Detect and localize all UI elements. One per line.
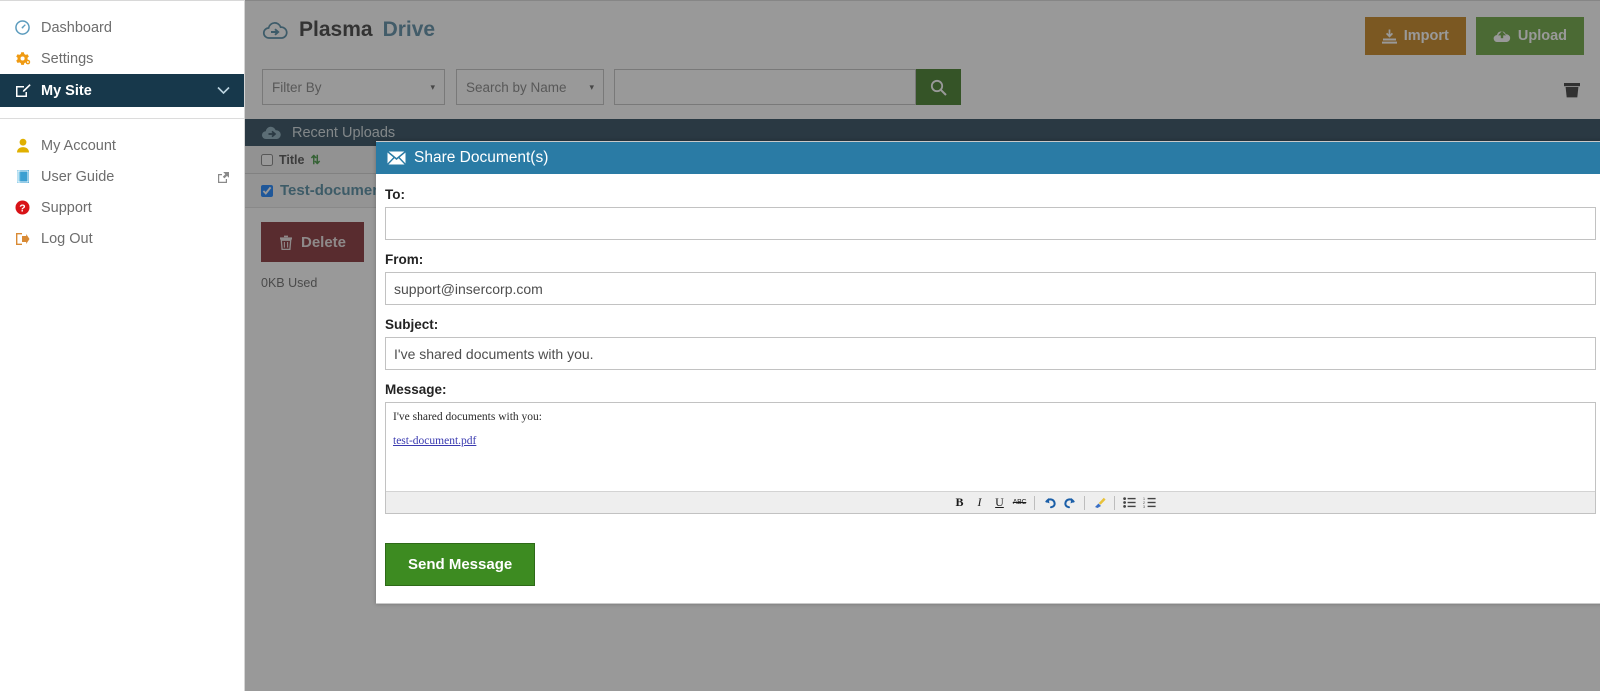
sidebar-item-log-out[interactable]: Log Out <box>0 223 244 254</box>
subject-label: Subject: <box>385 317 439 332</box>
svg-text:?: ? <box>19 203 25 215</box>
send-message-button[interactable]: Send Message <box>385 543 536 586</box>
to-field-group: To: <box>385 187 1596 240</box>
numbered-list-icon[interactable]: 123 <box>1141 494 1158 511</box>
toolbar-divider <box>1034 495 1035 510</box>
envelope-icon <box>387 151 406 165</box>
undo-icon[interactable] <box>1041 494 1058 511</box>
sidebar-item-label: Dashboard <box>41 19 112 36</box>
modal-title: Share Document(s) <box>414 149 549 166</box>
external-link-icon <box>217 171 230 183</box>
sidebar-item-dashboard[interactable]: Dashboard <box>0 12 244 43</box>
message-field-group: Message: I've shared documents with you:… <box>385 382 1596 514</box>
subject-field-group: Subject: <box>385 317 1596 370</box>
edit-icon <box>14 82 31 99</box>
from-input[interactable] <box>385 272 1596 305</box>
message-editor-area[interactable]: I've shared documents with you: test-doc… <box>386 403 1595 491</box>
message-text: I've shared documents with you: <box>393 411 542 423</box>
svg-text:3: 3 <box>1143 505 1145 508</box>
sidebar-item-label: My Account <box>41 137 116 154</box>
share-document-modal: Share Document(s) To: From: Subject: Mes… <box>376 141 1600 604</box>
editor-toolbar: B I U ABC 1 2 3 <box>386 491 1595 513</box>
sidebar-item-support[interactable]: ? Support <box>0 192 244 223</box>
dashboard-icon <box>14 19 31 36</box>
sidebar-item-label: My Site <box>41 82 92 99</box>
app-root: Dashboard Settings My Site My Account Us… <box>0 0 1600 691</box>
sidebar: Dashboard Settings My Site My Account Us… <box>0 0 245 691</box>
subject-input[interactable] <box>385 337 1596 370</box>
sidebar-item-my-site[interactable]: My Site <box>0 74 244 107</box>
remove-format-icon[interactable] <box>1091 494 1108 511</box>
strikethrough-icon[interactable]: ABC <box>1011 494 1028 511</box>
sidebar-item-label: Settings <box>41 50 94 67</box>
bullet-list-icon[interactable] <box>1121 494 1138 511</box>
gear-icon <box>14 50 31 67</box>
to-input[interactable] <box>385 207 1596 240</box>
message-label: Message: <box>385 382 447 397</box>
sidebar-item-label: Support <box>41 199 92 216</box>
sidebar-item-my-account[interactable]: My Account <box>0 130 244 161</box>
user-icon <box>14 137 31 154</box>
italic-icon[interactable]: I <box>971 494 988 511</box>
sidebar-item-settings[interactable]: Settings <box>0 43 244 74</box>
attachment-link[interactable]: test-document.pdf <box>393 435 476 447</box>
help-icon: ? <box>14 199 31 216</box>
book-icon <box>14 168 31 185</box>
toolbar-divider <box>1114 495 1115 510</box>
to-label: To: <box>385 187 405 202</box>
sidebar-item-label: User Guide <box>41 168 115 185</box>
sidebar-item-user-guide[interactable]: User Guide <box>0 161 244 192</box>
modal-title-bar: Share Document(s) <box>376 142 1600 174</box>
chevron-down-icon <box>217 86 230 95</box>
redo-icon[interactable] <box>1061 494 1078 511</box>
modal-body: To: From: Subject: Message: I've shared … <box>376 174 1600 603</box>
from-label: From: <box>385 252 424 267</box>
underline-icon[interactable]: U <box>991 494 1008 511</box>
sidebar-divider <box>0 118 244 119</box>
from-field-group: From: <box>385 252 1596 305</box>
logout-icon <box>14 230 31 247</box>
rich-text-editor: I've shared documents with you: test-doc… <box>385 402 1596 514</box>
sidebar-item-label: Log Out <box>41 230 93 247</box>
bold-icon[interactable]: B <box>951 494 968 511</box>
toolbar-divider <box>1084 495 1085 510</box>
